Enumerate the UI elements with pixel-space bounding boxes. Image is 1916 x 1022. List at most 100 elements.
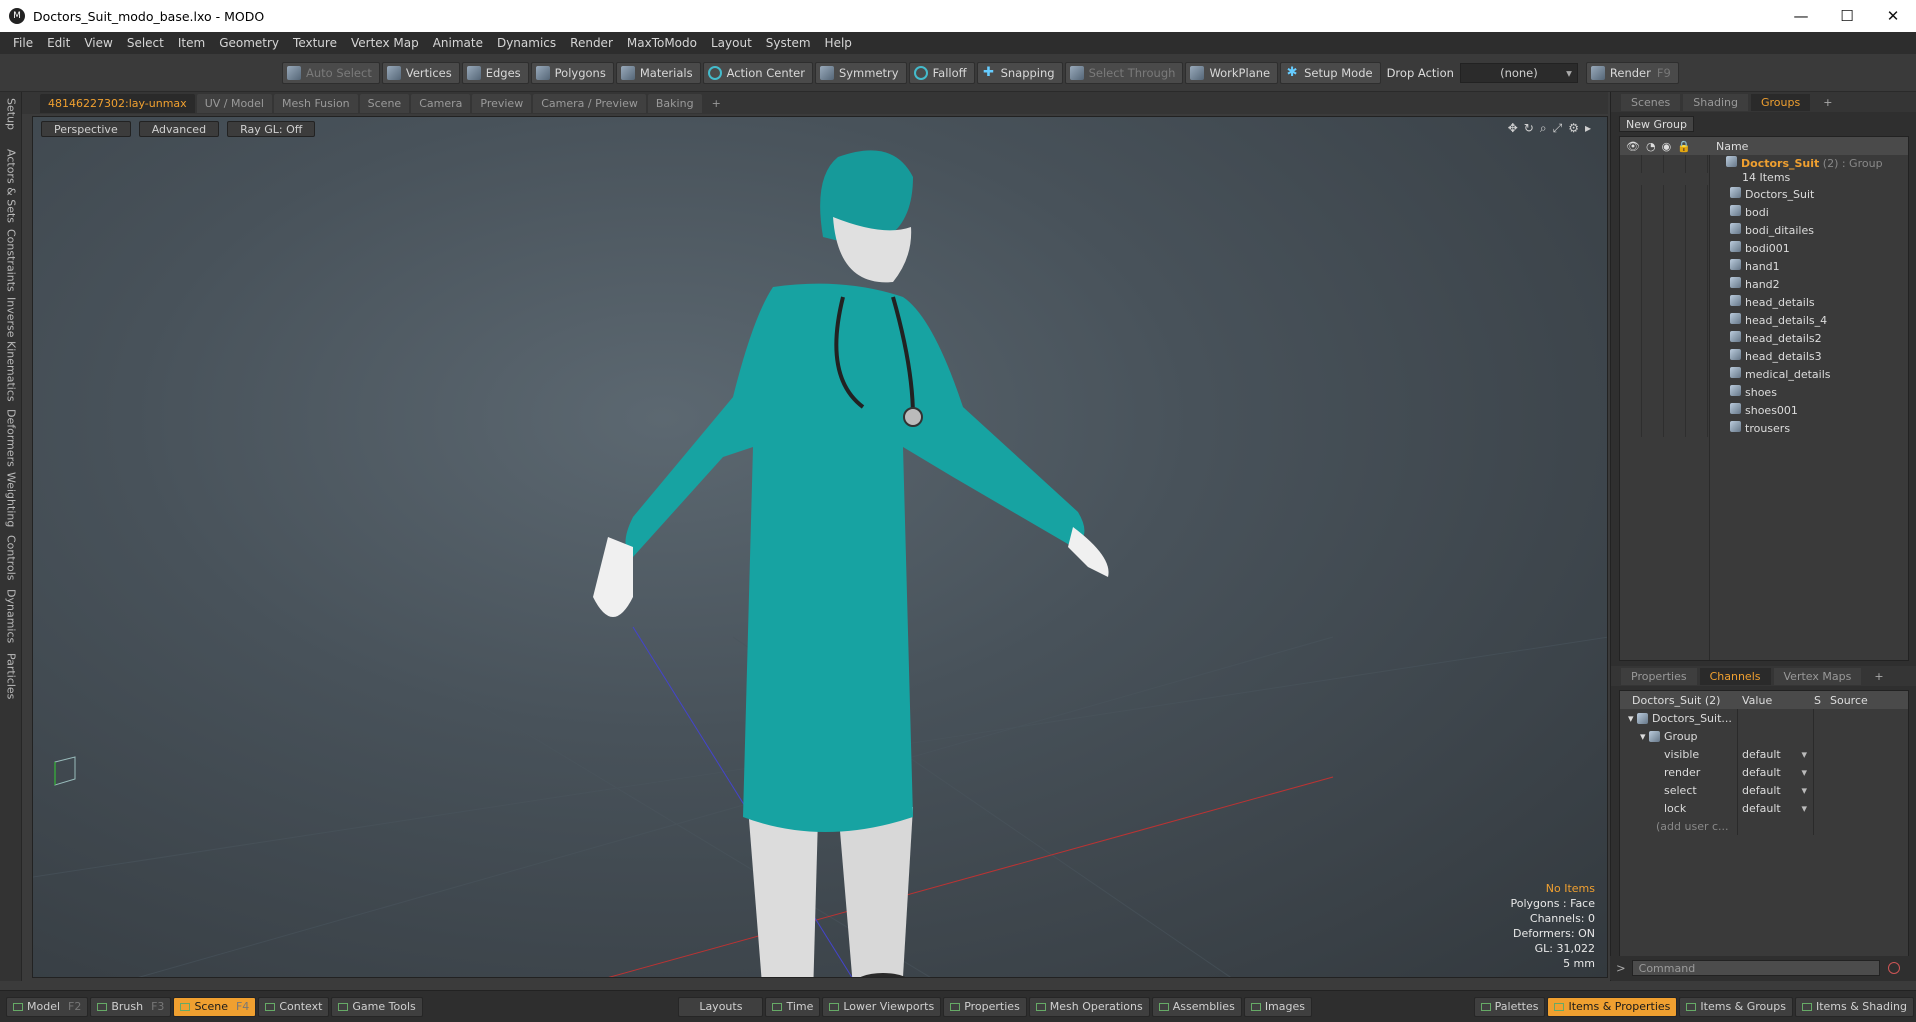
layouts-button[interactable]: Layouts <box>678 996 764 1017</box>
menu-animate[interactable]: Animate <box>426 36 490 50</box>
tree-item[interactable]: head_details <box>1620 293 1908 311</box>
tab-groups[interactable]: Groups <box>1750 93 1811 111</box>
tab-vertex-maps[interactable]: Vertex Maps <box>1773 667 1862 685</box>
polygons-button[interactable]: Polygons <box>530 61 614 84</box>
menu-help[interactable]: Help <box>818 36 859 50</box>
tab-uv-model[interactable]: UV / Model <box>196 93 272 113</box>
tree-item[interactable]: head_details2 <box>1620 329 1908 347</box>
action-center-button[interactable]: Action Center <box>702 61 813 84</box>
channel-value-select[interactable]: default <box>1738 781 1814 799</box>
add-tab-button[interactable]: + <box>704 94 729 113</box>
menu-file[interactable]: File <box>6 36 40 50</box>
channel-row[interactable]: visible default <box>1620 745 1908 763</box>
menu-vertex-map[interactable]: Vertex Map <box>344 36 426 50</box>
minimize-button[interactable]: — <box>1778 0 1824 32</box>
falloff-button[interactable]: Falloff <box>908 61 975 84</box>
menu-item[interactable]: Item <box>171 36 212 50</box>
side-tab-setup[interactable]: Setup <box>2 96 20 132</box>
channel-value-select[interactable]: default <box>1738 799 1814 817</box>
tree-item[interactable]: shoes001 <box>1620 401 1908 419</box>
add-channels-tab[interactable]: + <box>1864 668 1893 685</box>
auto-select-button[interactable]: Auto Select <box>282 61 380 84</box>
3d-viewport[interactable]: Perspective Advanced Ray GL: Off ✥ ↻ ⌕ ⤢… <box>32 116 1608 978</box>
menu-view[interactable]: View <box>77 36 119 50</box>
tab-properties[interactable]: Properties <box>1621 667 1697 685</box>
channel-row[interactable]: render default <box>1620 763 1908 781</box>
zoom-icon[interactable]: ⌕ <box>1540 121 1547 136</box>
items-groups-button[interactable]: Items & Groups <box>1679 996 1793 1017</box>
workplane-button[interactable]: WorkPlane <box>1185 61 1279 84</box>
materials-button[interactable]: Materials <box>615 61 701 84</box>
add-panel-tab[interactable]: + <box>1813 94 1842 111</box>
close-button[interactable]: ✕ <box>1870 0 1916 32</box>
tab-mesh-fusion[interactable]: Mesh Fusion <box>274 93 358 113</box>
command-input[interactable]: Command <box>1631 960 1880 976</box>
channel-value-select[interactable]: default <box>1738 745 1814 763</box>
time-button[interactable]: Time <box>765 996 821 1017</box>
tree-item[interactable]: bodi_ditailes <box>1620 221 1908 239</box>
tab-scene[interactable]: Scene <box>359 93 410 113</box>
menu-texture[interactable]: Texture <box>286 36 344 50</box>
game-tools-layout-button[interactable]: Game Tools <box>331 996 423 1017</box>
tree-item[interactable]: trousers <box>1620 419 1908 437</box>
menu-select[interactable]: Select <box>120 36 171 50</box>
tree-item[interactable]: shoes <box>1620 383 1908 401</box>
advanced-button[interactable]: Advanced <box>138 121 220 137</box>
drop-action-select[interactable]: (none) <box>1459 62 1578 83</box>
side-tab-deformers[interactable]: Deformers <box>2 408 20 468</box>
side-tab-weighting[interactable]: Weighting <box>2 472 20 528</box>
items-shading-button[interactable]: Items & Shading <box>1794 996 1914 1017</box>
expand-icon[interactable]: ▸ <box>1585 121 1591 136</box>
tab-channels[interactable]: Channels <box>1699 667 1771 685</box>
menu-geometry[interactable]: Geometry <box>212 36 286 50</box>
tree-item[interactable]: bodi <box>1620 203 1908 221</box>
side-tab-particles[interactable]: Particles <box>2 648 20 704</box>
menu-system[interactable]: System <box>759 36 818 50</box>
menu-render[interactable]: Render <box>563 36 620 50</box>
tree-item[interactable]: Doctors_Suit <box>1620 185 1908 203</box>
side-tab-constraints[interactable]: Constraints <box>2 229 20 292</box>
tree-item[interactable]: hand1 <box>1620 257 1908 275</box>
context-layout-button[interactable]: Context <box>258 996 330 1017</box>
scene-layout-button[interactable]: Scene F4 <box>173 996 257 1017</box>
maximize-button[interactable]: ☐ <box>1824 0 1870 32</box>
menu-maxtomodo[interactable]: MaxToModo <box>620 36 704 50</box>
tree-item[interactable]: bodi001 <box>1620 239 1908 257</box>
channel-group-row[interactable]: ▾ Group <box>1620 727 1908 745</box>
edges-button[interactable]: Edges <box>461 61 529 84</box>
channel-root-row[interactable]: ▾ Doctors_Suit... <box>1620 709 1908 727</box>
side-tab-controls[interactable]: Controls <box>2 532 20 584</box>
assemblies-button[interactable]: Assemblies <box>1151 996 1242 1017</box>
rotate-icon[interactable]: ↻ <box>1524 121 1534 136</box>
side-tab-dynamics[interactable]: Dynamics <box>2 588 20 644</box>
command-clear-icon[interactable] <box>1887 962 1900 974</box>
raygl-button[interactable]: Ray GL: Off <box>227 121 316 137</box>
add-user-channel-row[interactable]: (add user c... <box>1620 817 1908 835</box>
menu-edit[interactable]: Edit <box>40 36 77 50</box>
snapping-button[interactable]: ✚ Snapping <box>976 61 1063 84</box>
tree-item[interactable]: head_details_4 <box>1620 311 1908 329</box>
new-group-button[interactable]: New Group <box>1619 116 1694 132</box>
tab-shading[interactable]: Shading <box>1683 93 1748 111</box>
palettes-button[interactable]: Palettes <box>1473 996 1546 1017</box>
menu-layout[interactable]: Layout <box>704 36 759 50</box>
tab-baking[interactable]: Baking <box>647 93 702 113</box>
model-layout-button[interactable]: Model F2 <box>6 996 89 1017</box>
tree-item[interactable]: medical_details <box>1620 365 1908 383</box>
tab-layout-unmax[interactable]: 48146227302:lay-unmax <box>40 93 195 113</box>
group-row[interactable]: Doctors_Suit (2) : Group 14 Items <box>1620 155 1908 185</box>
tab-scenes[interactable]: Scenes <box>1621 93 1681 111</box>
settings-icon[interactable]: ⚙ <box>1568 121 1579 136</box>
items-properties-button[interactable]: Items & Properties <box>1547 996 1678 1017</box>
brush-layout-button[interactable]: Brush F3 <box>90 996 172 1017</box>
tab-camera-preview[interactable]: Camera / Preview <box>533 93 646 113</box>
tree-item[interactable]: head_details3 <box>1620 347 1908 365</box>
fit-icon[interactable]: ⤢ <box>1553 121 1563 136</box>
setup-mode-button[interactable]: ✱ Setup Mode <box>1280 61 1381 84</box>
symmetry-button[interactable]: Symmetry <box>814 61 907 84</box>
channel-row[interactable]: select default <box>1620 781 1908 799</box>
images-button[interactable]: Images <box>1243 996 1312 1017</box>
render-button[interactable]: Render F9 <box>1585 61 1679 84</box>
side-tab-inverse-kinematics[interactable]: Inverse Kinematics <box>2 294 20 404</box>
select-through-button[interactable]: Select Through <box>1064 61 1184 84</box>
